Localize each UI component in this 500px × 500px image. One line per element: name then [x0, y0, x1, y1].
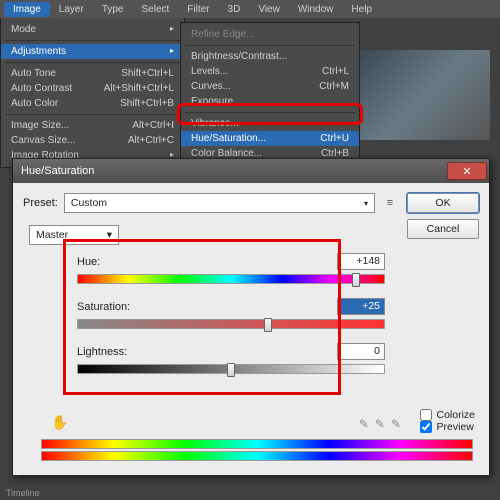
lightness-input[interactable]: 0 [337, 343, 385, 360]
colorize-checkbox[interactable]: Colorize [420, 409, 475, 421]
menu-refine-edge: Refine Edge... [181, 27, 359, 42]
lightness-thumb[interactable] [227, 363, 235, 377]
menu-type[interactable]: Type [93, 2, 133, 17]
menu-image-size[interactable]: Image Size...Alt+Ctrl+I [1, 118, 184, 133]
hue-thumb[interactable] [352, 273, 360, 287]
menu-vibrance[interactable]: Vibrance... [181, 116, 359, 131]
menubar: Image Layer Type Select Filter 3D View W… [0, 0, 500, 18]
saturation-slider[interactable] [77, 319, 385, 329]
menu-brightness-contrast[interactable]: Brightness/Contrast... [181, 49, 359, 64]
menu-hue-saturation[interactable]: Hue/Saturation...Ctrl+U [181, 131, 359, 146]
eyedropper-subtract-icon[interactable]: ✎ [391, 417, 401, 431]
hue-input[interactable]: +148 [337, 253, 385, 270]
eyedropper-add-icon[interactable]: ✎ [375, 417, 385, 431]
menu-auto-color[interactable]: Auto ColorShift+Ctrl+B [1, 96, 184, 111]
lightness-label: Lightness: [77, 346, 127, 358]
menu-levels[interactable]: Levels...Ctrl+L [181, 64, 359, 79]
spectrum-bars [41, 439, 473, 463]
menu-filter[interactable]: Filter [178, 2, 218, 17]
menu-image[interactable]: Image [4, 2, 50, 17]
dialog-titlebar[interactable]: Hue/Saturation ✕ [13, 159, 489, 183]
menu-auto-tone[interactable]: Auto ToneShift+Ctrl+L [1, 66, 184, 81]
canvas-image [360, 50, 490, 140]
close-button[interactable]: ✕ [447, 162, 487, 180]
menu-3d[interactable]: 3D [219, 2, 250, 17]
menu-select[interactable]: Select [133, 2, 179, 17]
close-icon: ✕ [462, 165, 471, 178]
hue-saturation-dialog: Hue/Saturation ✕ Preset: Custom▾ ≡ Maste… [12, 158, 490, 476]
menu-help[interactable]: Help [342, 2, 381, 17]
chevron-down-icon: ▾ [364, 199, 368, 208]
spectrum-before [41, 439, 473, 449]
menu-view[interactable]: View [249, 2, 289, 17]
channel-select[interactable]: Master▾ [29, 225, 119, 245]
cancel-button[interactable]: Cancel [407, 219, 479, 239]
hue-slider[interactable] [77, 274, 385, 284]
saturation-thumb[interactable] [264, 318, 272, 332]
preset-label: Preset: [23, 197, 58, 209]
timeline-label: Timeline [6, 488, 40, 498]
preset-select[interactable]: Custom▾ [64, 193, 375, 213]
menu-curves[interactable]: Curves...Ctrl+M [181, 79, 359, 94]
menu-adjustments[interactable]: Adjustments [1, 44, 184, 59]
hue-label: Hue: [77, 256, 100, 268]
image-menu: Mode Adjustments Auto ToneShift+Ctrl+L A… [0, 18, 185, 168]
dialog-title: Hue/Saturation [21, 165, 94, 177]
spectrum-after [41, 451, 473, 461]
saturation-input[interactable]: +25 [337, 298, 385, 315]
preset-menu-icon[interactable]: ≡ [381, 194, 399, 212]
ok-button[interactable]: OK [407, 193, 479, 213]
menu-mode[interactable]: Mode [1, 22, 184, 37]
preview-checkbox[interactable]: Preview [420, 421, 475, 433]
saturation-label: Saturation: [77, 301, 130, 313]
lightness-slider[interactable] [77, 364, 385, 374]
eyedropper-group: ✎ ✎ ✎ [359, 417, 401, 431]
menu-canvas-size[interactable]: Canvas Size...Alt+Ctrl+C [1, 133, 184, 148]
menu-auto-contrast[interactable]: Auto ContrastAlt+Shift+Ctrl+L [1, 81, 184, 96]
menu-exposure[interactable]: Exposure... [181, 94, 359, 109]
eyedropper-icon[interactable]: ✎ [359, 417, 369, 431]
menu-layer[interactable]: Layer [50, 2, 93, 17]
hand-tool-icon[interactable]: ✋ [51, 414, 68, 431]
menu-window[interactable]: Window [289, 2, 343, 17]
chevron-down-icon: ▾ [107, 229, 112, 241]
